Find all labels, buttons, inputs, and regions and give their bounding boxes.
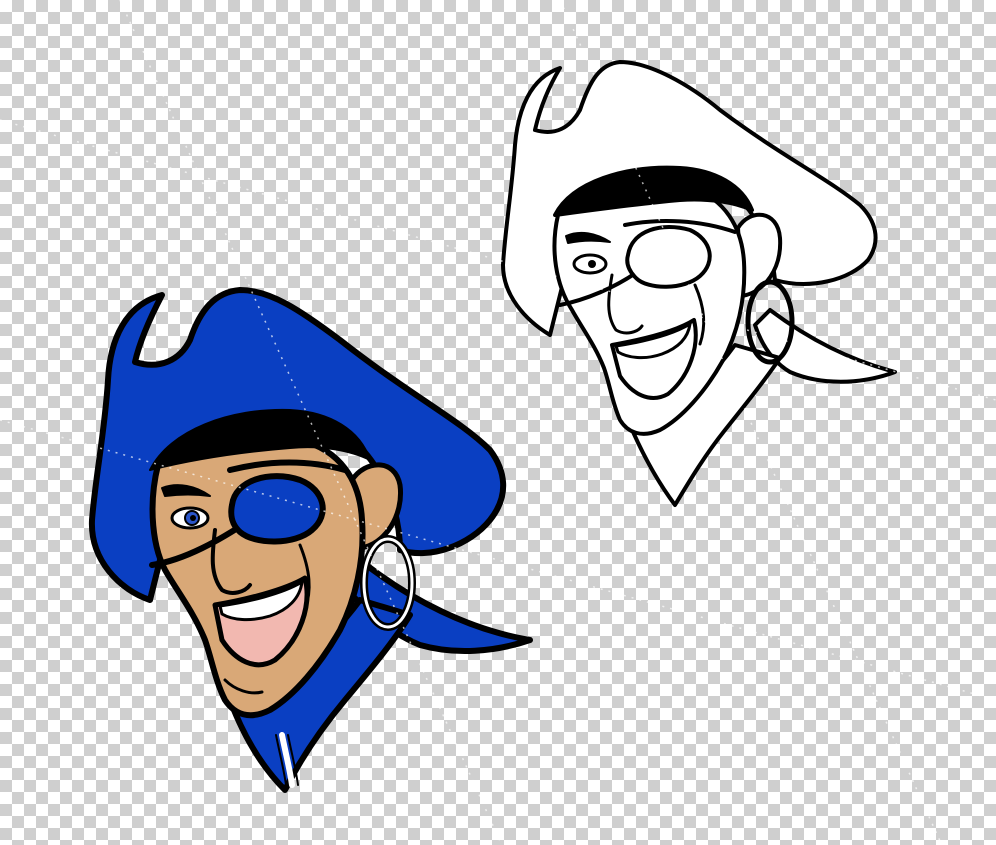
outline-hat-tail: [753, 308, 897, 384]
color-pirate: [88, 287, 533, 793]
outline-eyepatch: [625, 225, 712, 289]
outline-pupil: [588, 260, 596, 268]
color-eyepatch: [228, 473, 326, 545]
artwork-svg: [88, 60, 897, 793]
outline-pirate: [501, 60, 897, 507]
color-eye-pupil: [190, 515, 196, 521]
artboard: [0, 0, 996, 841]
